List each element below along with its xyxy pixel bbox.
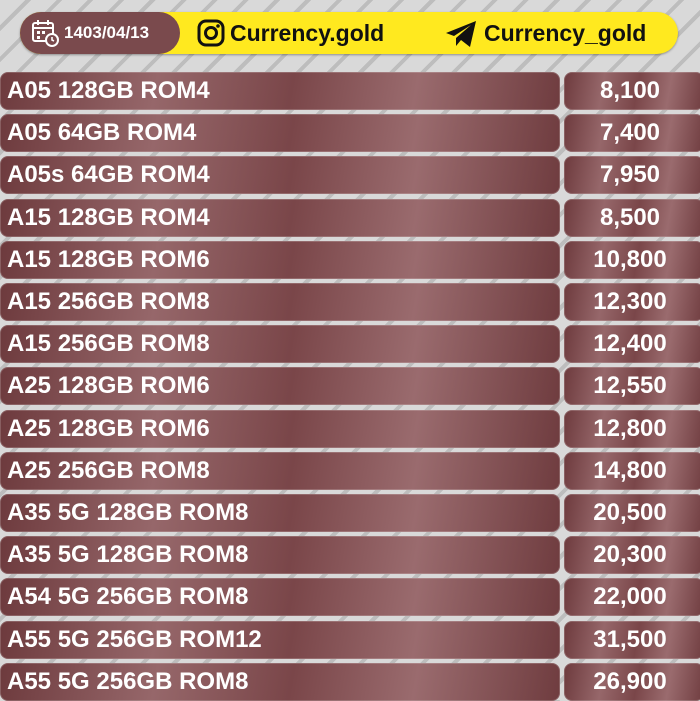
table-row: A54 5G 256GB ROM8 22,000 bbox=[0, 578, 700, 617]
price-value: 26,900 bbox=[564, 662, 700, 701]
table-row: A05 128GB ROM4 8,100 bbox=[0, 72, 700, 110]
price-value: 7,950 bbox=[564, 156, 700, 195]
model-name: A05s 64GB ROM4 bbox=[0, 156, 560, 195]
price-value: 8,500 bbox=[564, 198, 700, 237]
instagram-icon bbox=[197, 19, 225, 47]
model-name: A05 128GB ROM4 bbox=[0, 72, 560, 110]
telegram-handle: Currency_gold bbox=[484, 20, 647, 46]
table-row: A05 64GB ROM4 7,400 bbox=[0, 114, 700, 153]
header-banner: 1403/04/13 Currency.gold Currency_gold bbox=[20, 12, 678, 54]
calendar-clock-icon bbox=[32, 20, 59, 47]
table-row: A15 256GB ROM8 12,300 bbox=[0, 283, 700, 321]
model-name: A25 128GB ROM6 bbox=[0, 409, 560, 448]
price-value: 8,100 bbox=[564, 72, 700, 110]
price-value: 31,500 bbox=[564, 620, 700, 659]
model-name: A35 5G 128GB ROM8 bbox=[0, 494, 560, 532]
table-row: A15 128GB ROM4 8,500 bbox=[0, 198, 700, 237]
model-name: A25 128GB ROM6 bbox=[0, 367, 560, 406]
model-name: A25 256GB ROM8 bbox=[0, 451, 560, 490]
price-value: 7,400 bbox=[564, 114, 700, 153]
table-row: A25 128GB ROM6 12,800 bbox=[0, 409, 700, 448]
model-name: A05 64GB ROM4 bbox=[0, 114, 560, 153]
price-value: 20,300 bbox=[564, 536, 700, 575]
model-name: A15 256GB ROM8 bbox=[0, 283, 560, 321]
model-name: A15 128GB ROM4 bbox=[0, 198, 560, 237]
table-row: A35 5G 128GB ROM8 20,500 bbox=[0, 494, 700, 532]
table-row: A15 128GB ROM6 10,800 bbox=[0, 240, 700, 279]
telegram-icon bbox=[446, 21, 476, 47]
price-value: 12,400 bbox=[564, 325, 700, 364]
table-row: A55 5G 256GB ROM12 31,500 bbox=[0, 620, 700, 659]
table-row: A55 5G 256GB ROM8 26,900 bbox=[0, 662, 700, 701]
table-row: A05s 64GB ROM4 7,950 bbox=[0, 156, 700, 195]
price-value: 12,550 bbox=[564, 367, 700, 406]
date-badge: 1403/04/13 bbox=[20, 12, 180, 54]
model-name: A55 5G 256GB ROM8 bbox=[0, 662, 560, 701]
model-name: A15 128GB ROM6 bbox=[0, 240, 560, 279]
table-row: A35 5G 128GB ROM8 20,300 bbox=[0, 536, 700, 575]
model-name: A54 5G 256GB ROM8 bbox=[0, 578, 560, 617]
table-row: A25 256GB ROM8 14,800 bbox=[0, 451, 700, 490]
model-name: A15 256GB ROM8 bbox=[0, 325, 560, 364]
date-text: 1403/04/13 bbox=[64, 23, 150, 42]
table-row: A15 256GB ROM8 12,400 bbox=[0, 325, 700, 364]
price-value: 22,000 bbox=[564, 578, 700, 617]
price-value: 12,300 bbox=[564, 283, 700, 321]
price-value: 20,500 bbox=[564, 494, 700, 532]
table-row: A25 128GB ROM6 12,550 bbox=[0, 367, 700, 406]
price-value: 14,800 bbox=[564, 451, 700, 490]
model-name: A55 5G 256GB ROM12 bbox=[0, 620, 560, 659]
price-value: 10,800 bbox=[564, 240, 700, 279]
price-value: 12,800 bbox=[564, 409, 700, 448]
instagram-handle: Currency.gold bbox=[230, 20, 385, 46]
model-name: A35 5G 128GB ROM8 bbox=[0, 536, 560, 575]
